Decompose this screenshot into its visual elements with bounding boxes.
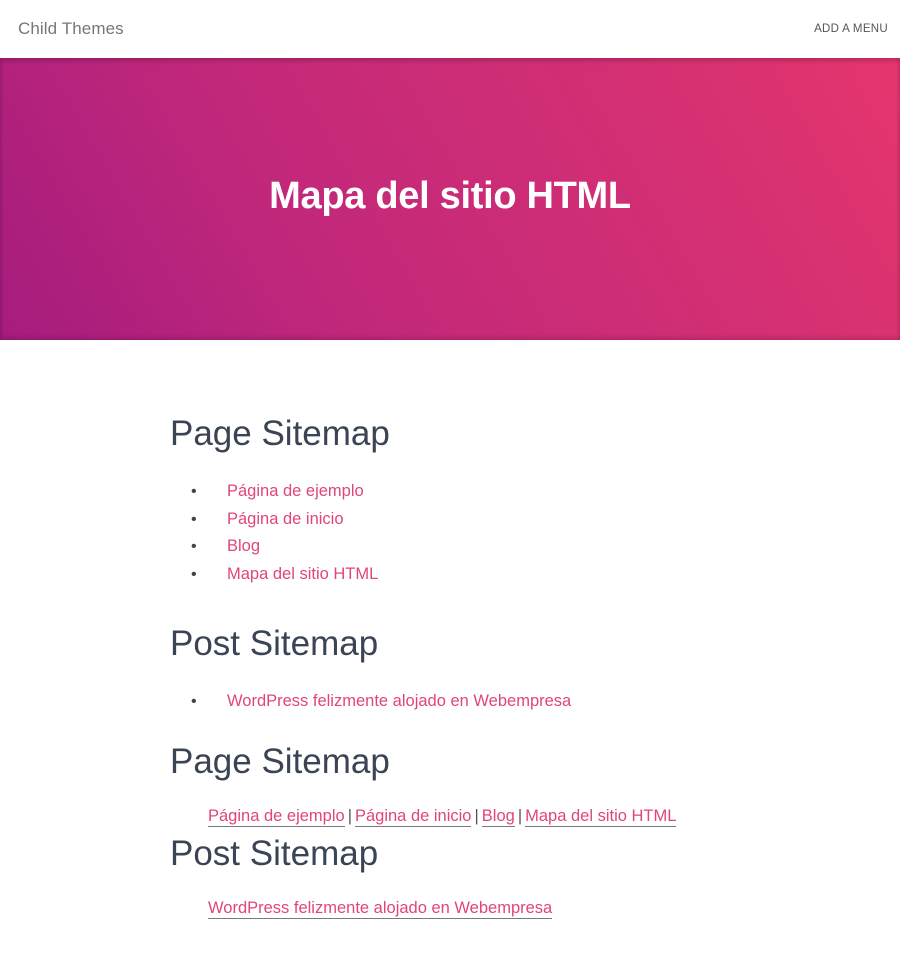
section-title: Page Sitemap (170, 414, 390, 453)
page-hero: Mapa del sitio HTML (0, 58, 900, 340)
bullet-icon: • (191, 510, 197, 528)
list-item: • Blog (170, 533, 900, 561)
post-sitemap-inline-list: WordPress felizmente alojado en Webempre… (170, 896, 900, 920)
bullet-icon: • (191, 483, 197, 500)
sitemap-link[interactable]: Página de ejemplo (208, 806, 345, 827)
sitemap-link[interactable]: WordPress felizmente alojado en Webempre… (208, 898, 553, 919)
bullet-icon: • (191, 693, 197, 710)
main-content: Page Sitemap • Página de ejemplo • Página … (0, 340, 900, 920)
bullet-icon: • (191, 565, 197, 583)
post-sitemap-list: • WordPress felizmente alojado en Webempr… (170, 688, 900, 716)
page-sitemap-inline-list: Página de ejemplo | Página de inicio | Blog |… (170, 804, 900, 828)
page-sitemap-list: • Página de ejemplo • Página de inicio • Bl… (170, 478, 900, 588)
add-menu-link[interactable]: ADD A MENU (814, 23, 888, 35)
sitemap-link[interactable]: WordPress felizmente alojado en Webempre… (227, 692, 571, 710)
sitemap-link[interactable]: Mapa del sitio HTML (525, 806, 677, 827)
page-title: Mapa del sitio HTML (269, 174, 631, 217)
page-sitemap-list-section: Page Sitemap • Página de ejemplo • Página … (170, 412, 900, 588)
separator: | (347, 806, 352, 825)
list-item: • Página de inicio (170, 506, 900, 534)
page-sitemap-inline-section: Page Sitemap Página de ejemplo | Página de… (170, 740, 900, 828)
sitemap-link[interactable]: Blog (227, 537, 260, 555)
sitemap-link[interactable]: Página de inicio (227, 510, 344, 528)
separator: | (474, 806, 479, 825)
separator: | (517, 806, 523, 825)
post-sitemap-list-section: Post Sitemap • WordPress felizmente aloja… (170, 622, 900, 716)
section-title: Post Sitemap (170, 624, 379, 663)
site-title-link[interactable]: Child Themes (18, 19, 124, 39)
sitemap-link[interactable]: Página de ejemplo (227, 482, 364, 500)
sitemap-link[interactable]: Blog (481, 806, 515, 827)
section-title: Post Sitemap (170, 833, 379, 873)
sitemap-link[interactable]: Mapa del sitio HTML (227, 565, 378, 583)
post-sitemap-inline-section: Post Sitemap WordPress felizmente alojad… (170, 832, 900, 920)
list-item: • Mapa del sitio HTML (170, 561, 900, 589)
sitemap-link[interactable]: Página de inicio (354, 806, 472, 827)
bullet-icon: • (191, 538, 197, 555)
section-title: Page Sitemap (170, 741, 390, 781)
list-item: • Página de ejemplo (170, 478, 900, 506)
site-header: Child Themes ADD A MENU (0, 0, 900, 58)
list-item: • WordPress felizmente alojado en Webempr… (170, 688, 900, 716)
